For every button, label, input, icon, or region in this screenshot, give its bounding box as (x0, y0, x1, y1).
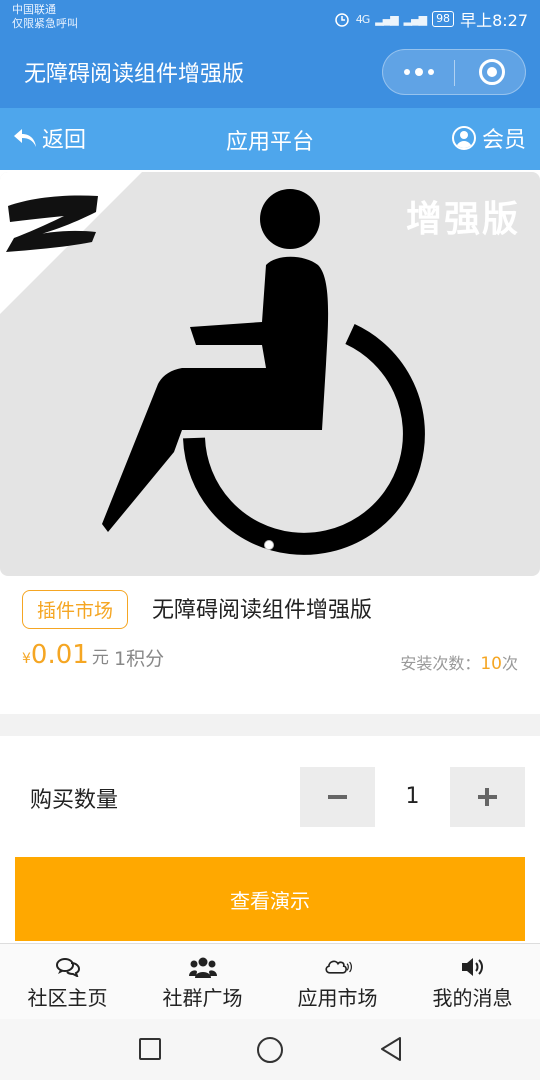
users-group-icon (188, 956, 217, 978)
signal-4g-icon: 4G (355, 12, 370, 26)
battery-icon: 98 (432, 11, 455, 27)
install-number: 10 (480, 654, 502, 674)
install-suffix: 次 (501, 654, 518, 673)
tab-bar: 社区主页 社群广场 应用市场 我的消息 (0, 943, 540, 1019)
close-miniprogram-button[interactable] (479, 59, 505, 85)
more-options-button[interactable] (383, 50, 455, 94)
tab-label: 应用市场 (297, 986, 378, 1010)
tab-group-square[interactable]: 社群广场 (135, 944, 270, 1019)
price-unit: 元 (91, 648, 109, 668)
status-icons: 4G ▂▄▆ ▂▄▆ 98 早上8:27 (334, 7, 528, 31)
currency-symbol: ¥ (22, 651, 31, 667)
dot-icon (428, 69, 434, 75)
alarm-icon (335, 13, 349, 27)
tab-label: 社群广场 (162, 986, 243, 1010)
chat-bubbles-icon (54, 956, 82, 978)
tab-community-home[interactable]: 社区主页 (0, 944, 135, 1019)
clock: 早上8:27 (460, 11, 528, 30)
product-name: 无障碍阅读组件增强版 (152, 598, 373, 623)
decrease-button[interactable] (300, 767, 375, 827)
wheelchair-icon (102, 189, 425, 555)
home-button[interactable] (257, 1037, 283, 1063)
dot-icon (415, 68, 423, 76)
signal-bars-icon: ▂▄▆ (375, 12, 398, 26)
capsule-menu (382, 49, 526, 95)
recent-apps-button[interactable] (139, 1038, 161, 1060)
install-label: 安装次数： (400, 654, 481, 673)
increase-button[interactable] (450, 767, 525, 827)
points-value: 1积分 (114, 648, 165, 670)
emergency-text: 仅限紧急呼叫 (12, 17, 78, 30)
quantity-value[interactable]: 1 (375, 767, 450, 827)
tab-app-market[interactable]: 应用市场 (270, 944, 405, 1019)
tab-my-messages[interactable]: 我的消息 (405, 944, 540, 1019)
app-bar: 无障碍阅读组件增强版 (0, 36, 540, 108)
app-title: 无障碍阅读组件增强版 (24, 62, 245, 87)
section-divider (0, 714, 540, 736)
quantity-label: 购买数量 (30, 788, 119, 813)
system-nav-bar (0, 1019, 540, 1080)
carrier-info: 中国联通 仅限紧急呼叫 (12, 3, 78, 31)
product-info: 插件市场 无障碍阅读组件增强版 ¥0.01 元 1积分 安装次数：10次 (0, 576, 540, 714)
dot-icon (404, 69, 410, 75)
product-banner[interactable]: 增强版 (0, 170, 540, 576)
install-count: 安装次数：10次 (400, 650, 518, 674)
user-icon (451, 126, 476, 150)
price-amount: 0.01 (30, 640, 89, 670)
quantity-stepper: 1 (300, 767, 525, 827)
carousel-indicator[interactable] (264, 540, 274, 550)
cloud-icon (324, 956, 352, 978)
signal-bars-2-icon: ▂▄▆ (403, 12, 427, 26)
capsule-divider (454, 60, 455, 86)
tab-label: 社区主页 (27, 986, 108, 1010)
carrier-name: 中国联通 (12, 3, 56, 16)
price: ¥0.01 元 (22, 640, 109, 670)
back-triangle-icon[interactable] (378, 1035, 404, 1063)
speaker-icon (459, 956, 487, 978)
nav-bar: 返回 应用平台 会员 (0, 108, 540, 170)
banner-image: 增强版 (0, 172, 540, 576)
category-tag[interactable]: 插件市场 (22, 590, 129, 629)
tab-label: 我的消息 (432, 986, 513, 1010)
view-demo-button[interactable]: 查看演示 (15, 857, 525, 941)
status-bar: 中国联通 仅限紧急呼叫 4G ▂▄▆ ▂▄▆ 98 早上8:27 (0, 0, 540, 36)
member-button[interactable]: 会员 (451, 122, 526, 154)
member-label: 会员 (481, 128, 526, 153)
quantity-section: 购买数量 1 (0, 736, 540, 848)
